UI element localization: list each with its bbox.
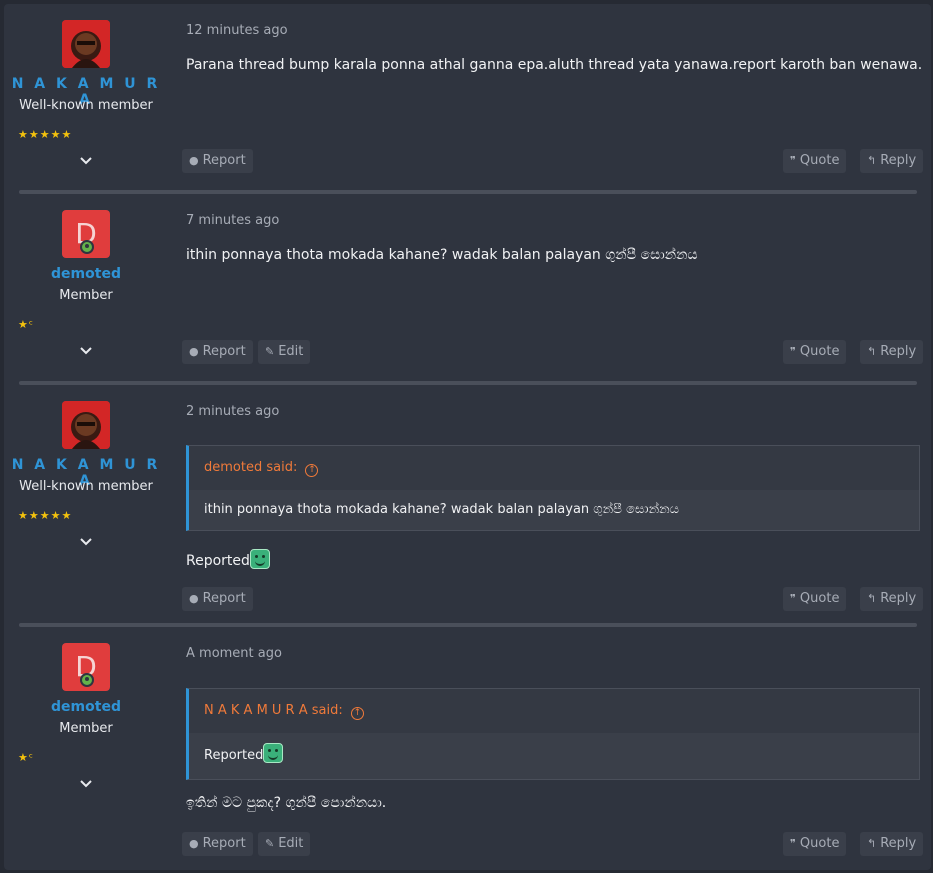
- post-timestamp[interactable]: 2 minutes ago: [186, 404, 279, 419]
- post-timestamp[interactable]: A moment ago: [186, 646, 282, 661]
- user-rating-stars: ★ᶜ: [18, 751, 34, 764]
- reply-button[interactable]: ↰ Reply: [860, 149, 924, 173]
- user-rating-stars: ★★★★★: [18, 128, 73, 141]
- quote-icon: ❞: [790, 154, 796, 167]
- edit-button[interactable]: ✎ Edit: [258, 340, 311, 364]
- info-circle-icon: ●: [189, 592, 199, 605]
- reply-icon: ↰: [867, 345, 877, 358]
- user-title: Well-known member: [19, 98, 153, 113]
- post: N A K A M U R A Well-known member ★★★★★ …: [4, 4, 931, 190]
- quote-block: demoted said: ↑ ithin ponnaya thota moka…: [186, 445, 920, 531]
- chevron-down-icon[interactable]: [78, 775, 94, 791]
- thread-container: N A K A M U R A Well-known member ★★★★★ …: [4, 4, 931, 870]
- info-circle-icon: ●: [189, 837, 199, 850]
- pencil-icon: ✎: [265, 837, 275, 850]
- reply-button[interactable]: ↰ Reply: [860, 340, 924, 364]
- quote-author[interactable]: N A K A M U R A said:: [204, 703, 343, 718]
- user-title: Member: [59, 721, 113, 736]
- user-rating-stars: ★ᶜ: [18, 318, 34, 331]
- report-button[interactable]: ● Report: [182, 340, 253, 364]
- post: D demoted Member ★ᶜ 7 minutes ago ithin …: [4, 194, 931, 381]
- online-status-icon: [80, 240, 94, 254]
- report-button[interactable]: ● Report: [182, 832, 253, 856]
- report-button[interactable]: ● Report: [182, 149, 253, 173]
- quote-icon: ❞: [790, 345, 796, 358]
- quote-button[interactable]: ❞ Quote: [783, 832, 847, 856]
- quote-button[interactable]: ❞ Quote: [783, 587, 847, 611]
- edit-button[interactable]: ✎ Edit: [258, 832, 311, 856]
- quote-block: N A K A M U R A said: ↑ Reported: [186, 688, 920, 780]
- post-body: ithin ponnaya thota mokada kahane? wadak…: [186, 247, 698, 263]
- reply-icon: ↰: [867, 837, 877, 850]
- info-circle-icon: ●: [189, 345, 199, 358]
- smile-emoji-icon: [249, 549, 270, 569]
- post: D demoted Member ★ᶜ A moment ago N A K A…: [4, 627, 931, 870]
- quote-button[interactable]: ❞ Quote: [783, 340, 847, 364]
- quote-text: Reported: [189, 733, 919, 779]
- username-link[interactable]: demoted: [4, 699, 168, 715]
- quote-icon: ❞: [790, 592, 796, 605]
- smile-emoji-icon: [263, 743, 284, 763]
- post: N A K A M U R A Well-known member ★★★★★ …: [4, 385, 931, 623]
- chevron-down-icon[interactable]: [78, 533, 94, 549]
- post-timestamp[interactable]: 7 minutes ago: [186, 213, 279, 228]
- user-title: Well-known member: [19, 479, 153, 494]
- arrow-up-circle-icon[interactable]: ↑: [350, 707, 364, 720]
- avatar[interactable]: [62, 20, 110, 68]
- quote-header[interactable]: demoted said: ↑: [189, 446, 919, 490]
- online-status-icon: [80, 673, 94, 687]
- quote-author[interactable]: demoted said:: [204, 460, 297, 475]
- post-timestamp[interactable]: 12 minutes ago: [186, 23, 288, 38]
- info-circle-icon: ●: [189, 154, 199, 167]
- quote-button[interactable]: ❞ Quote: [783, 149, 847, 173]
- chevron-down-icon[interactable]: [78, 152, 94, 168]
- username-link[interactable]: demoted: [4, 266, 168, 282]
- chevron-down-icon[interactable]: [78, 342, 94, 358]
- reply-icon: ↰: [867, 154, 877, 167]
- avatar[interactable]: [62, 401, 110, 449]
- user-rating-stars: ★★★★★: [18, 509, 73, 522]
- report-button[interactable]: ● Report: [182, 587, 253, 611]
- user-title: Member: [59, 288, 113, 303]
- post-body: Parana thread bump karala ponna athal ga…: [186, 57, 923, 73]
- reply-button[interactable]: ↰ Reply: [860, 832, 924, 856]
- post-body: Reported: [186, 549, 270, 569]
- quote-icon: ❞: [790, 837, 796, 850]
- reply-button[interactable]: ↰ Reply: [860, 587, 924, 611]
- post-body: ඉතින් මට පුකද? ගුන්පී පොන්නයා.: [186, 795, 387, 811]
- arrow-up-circle-icon[interactable]: ↑: [305, 464, 319, 477]
- quote-header[interactable]: N A K A M U R A said: ↑: [189, 689, 919, 733]
- pencil-icon: ✎: [265, 345, 275, 358]
- quote-text: ithin ponnaya thota mokada kahane? wadak…: [204, 502, 680, 517]
- reply-icon: ↰: [867, 592, 877, 605]
